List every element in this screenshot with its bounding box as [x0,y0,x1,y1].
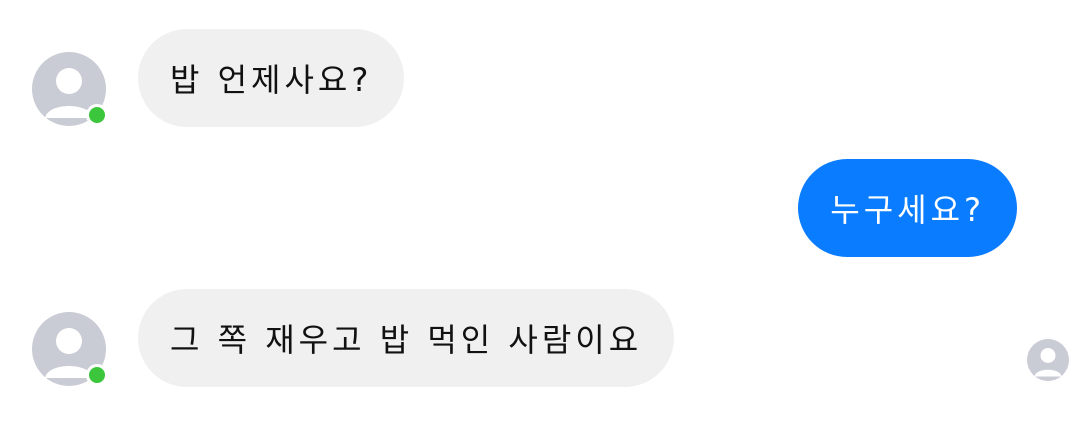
incoming-message-bubble[interactable]: 밥 언제사요? [138,29,405,127]
message-text: 밥 언제사요? [170,61,373,99]
message-text: 누구세요? [830,191,985,229]
sender-avatar[interactable] [32,52,108,126]
online-status-indicator [86,104,108,126]
sender-avatar[interactable] [32,312,108,386]
read-receipt-avatar-icon [1027,339,1069,381]
outgoing-message-bubble[interactable]: 누구세요? [798,159,1017,257]
message-text: 그 쪽 재우고 밥 먹인 사람이요 [170,321,643,359]
online-status-indicator [86,364,108,386]
incoming-message-bubble[interactable]: 그 쪽 재우고 밥 먹인 사람이요 [138,289,675,387]
